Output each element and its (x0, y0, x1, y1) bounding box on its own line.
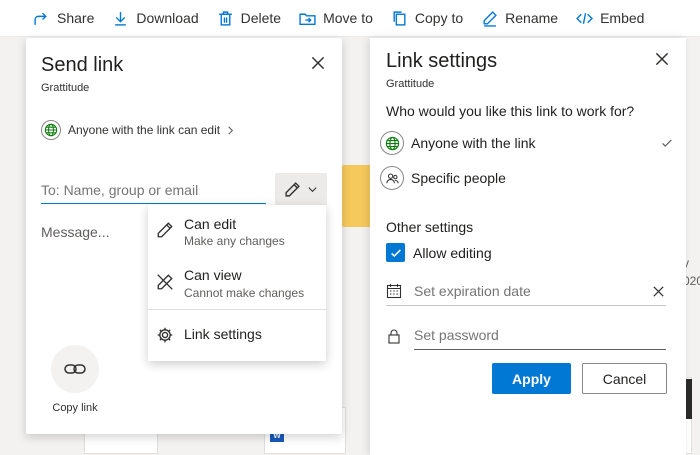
message-input[interactable]: Message... (41, 224, 109, 240)
share-icon (34, 12, 47, 25)
link-permission-selector[interactable]: Anyone with the link can edit (41, 120, 235, 140)
embed-icon (576, 12, 593, 24)
download-icon (115, 11, 127, 26)
rename-label: Rename (505, 10, 559, 26)
expiration-date-field (386, 277, 666, 306)
rename-icon (483, 10, 498, 27)
link-icon (64, 364, 86, 374)
option-label: Anyone with the link (411, 135, 536, 151)
share-label: Share (57, 10, 95, 26)
clear-icon[interactable] (651, 284, 666, 299)
download-label: Download (136, 10, 199, 26)
menu-item-title: Can edit (184, 216, 237, 232)
copy-link-label: Copy link (52, 402, 98, 414)
close-icon[interactable] (653, 50, 671, 68)
option-label: Specific people (411, 170, 506, 186)
menu-item-can-edit[interactable]: Can edit Make any changes (148, 205, 326, 257)
link-permission-text: Anyone with the link can edit (68, 123, 221, 137)
copy-link-button[interactable] (51, 345, 99, 393)
globe-icon (380, 131, 404, 155)
menu-item-link-settings[interactable]: Link settings (148, 310, 326, 360)
copy-to-button[interactable]: Copy to (382, 0, 472, 36)
pencil-icon (157, 222, 173, 238)
copy-icon (393, 10, 406, 26)
option-anyone-with-link[interactable]: Anyone with the link (380, 131, 536, 155)
password-input[interactable] (414, 321, 666, 350)
allow-editing-checkbox[interactable]: Allow editing (386, 243, 492, 262)
download-button[interactable]: Download (103, 0, 207, 36)
share-button[interactable]: Share (24, 0, 103, 36)
pencil-icon (285, 181, 300, 197)
password-field (386, 321, 666, 350)
audience-question: Who would you like this link to work for… (386, 103, 635, 119)
other-settings-heading: Other settings (386, 219, 474, 235)
menu-item-title: Can view (184, 267, 242, 283)
gear-icon (157, 327, 173, 343)
move-icon (299, 13, 316, 25)
checkbox-checked-icon (386, 243, 405, 262)
menu-item-description: Cannot make changes (184, 286, 305, 300)
send-link-title: Send link (41, 54, 124, 76)
people-icon (380, 166, 404, 190)
delete-label: Delete (240, 10, 282, 26)
menu-item-can-view[interactable]: Can view Cannot make changes (148, 257, 326, 309)
command-bar: Share Download Delete Move to Copy to Re… (0, 0, 700, 37)
rename-button[interactable]: Rename (472, 0, 567, 36)
menu-item-description: Make any changes (184, 234, 285, 248)
folder-tile[interactable] (342, 165, 372, 227)
chevron-down-icon (308, 186, 317, 192)
expiration-date-input[interactable] (414, 277, 666, 305)
embed-button[interactable]: Embed (567, 0, 653, 36)
cancel-button[interactable]: Cancel (582, 363, 667, 394)
close-icon[interactable] (309, 54, 327, 72)
no-edit-icon (157, 274, 173, 290)
permission-dropdown-button[interactable] (275, 173, 327, 205)
allow-editing-label: Allow editing (413, 244, 492, 261)
copy-to-label: Copy to (414, 10, 464, 26)
menu-item-title: Link settings (184, 326, 262, 342)
link-settings-panel: Link settings Grattitude Who would you l… (370, 38, 686, 455)
lock-icon (388, 329, 400, 344)
permission-menu: Can edit Make any changes Can view Canno… (148, 205, 326, 361)
link-settings-file-name: Grattitude (386, 78, 435, 90)
apply-button[interactable]: Apply (492, 363, 571, 394)
delete-button[interactable]: Delete (208, 0, 290, 36)
send-link-file-name: Grattitude (41, 82, 90, 94)
calendar-icon (386, 284, 402, 299)
chevron-right-icon (228, 126, 234, 134)
option-specific-people[interactable]: Specific people (380, 166, 506, 190)
move-to-button[interactable]: Move to (290, 0, 382, 36)
globe-icon (41, 120, 61, 140)
embed-label: Embed (600, 10, 645, 26)
move-to-label: Move to (323, 10, 373, 26)
recipients-input[interactable] (41, 176, 266, 204)
delete-icon (218, 10, 232, 26)
checkmark-icon (662, 139, 672, 147)
link-settings-title: Link settings (386, 50, 498, 72)
